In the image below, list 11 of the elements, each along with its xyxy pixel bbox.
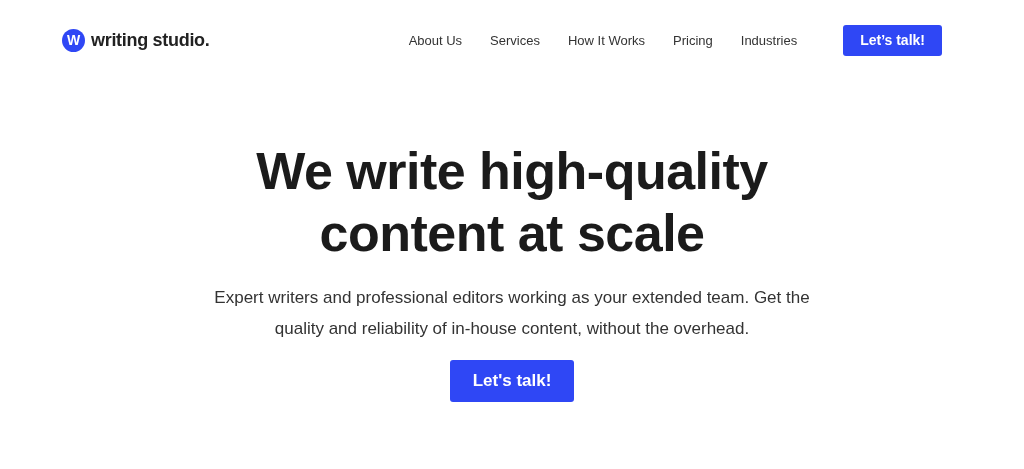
cta-button[interactable]: Let’s talk!: [843, 24, 942, 56]
logo-mark[interactable]: W: [62, 28, 85, 52]
nav-link[interactable]: About Us: [408, 32, 463, 48]
logo-text[interactable]: writing studio.: [91, 29, 210, 51]
nav-link[interactable]: Pricing: [673, 32, 713, 48]
hero-title: We write high-quality content at scale: [255, 141, 769, 264]
cta-button[interactable]: Let's talk!: [450, 360, 574, 402]
nav-link[interactable]: Industries: [740, 32, 798, 48]
hero-subtitle: Expert writers and professional editors working as your extended team. Get the quality and reliability of in-house content, without the overhead.: [213, 287, 811, 340]
nav-link[interactable]: How It Works: [567, 32, 646, 48]
nav-link[interactable]: Services: [490, 32, 540, 48]
